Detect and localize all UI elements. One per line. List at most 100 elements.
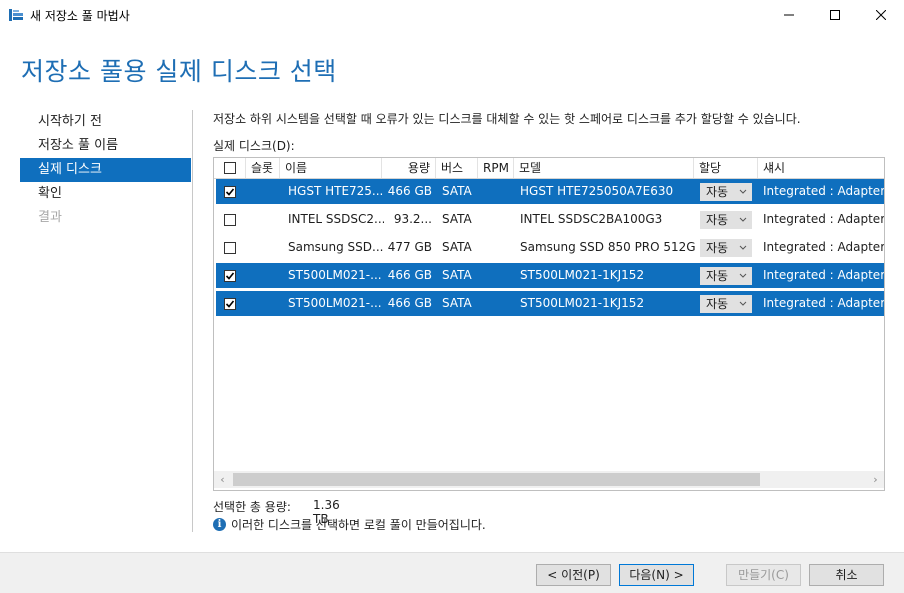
selected-capacity-label: 선택한 총 용량: bbox=[213, 500, 291, 514]
column-header-bus[interactable]: 버스 bbox=[436, 158, 478, 178]
nav-item-before-you-begin[interactable]: 시작하기 전 bbox=[20, 110, 191, 134]
cell-rpm bbox=[482, 235, 516, 260]
allocation-dropdown[interactable]: 자동 bbox=[700, 295, 752, 313]
cell-bus: SATA bbox=[442, 212, 472, 226]
allocation-dropdown[interactable]: 자동 bbox=[700, 239, 752, 257]
table-row[interactable]: HGST HTE725... 466 GB SATA HGST HTE725050A7… bbox=[216, 179, 884, 204]
cell-capacity: 477 GB bbox=[387, 240, 432, 254]
cell-rpm bbox=[482, 263, 516, 288]
table-row[interactable]: INTEL SSDSC2... 93.2... SATA INTEL SSDSC2BA… bbox=[216, 207, 884, 232]
cell-name: HGST HTE725... bbox=[288, 184, 384, 198]
minimize-button[interactable] bbox=[766, 0, 812, 30]
cell-slot bbox=[250, 263, 280, 288]
cell-name: Samsung SSD... bbox=[288, 240, 384, 254]
maximize-icon bbox=[830, 10, 840, 20]
allocation-dropdown[interactable]: 자동 bbox=[700, 267, 752, 285]
column-header-capacity[interactable]: 용량 bbox=[382, 158, 436, 178]
table-row[interactable]: ST500LM021-... 466 GB SATA ST500LM021-1KJ15… bbox=[216, 263, 884, 288]
previous-button[interactable]: < 이전(P) bbox=[536, 564, 611, 586]
chevron-down-icon bbox=[739, 212, 747, 234]
allocation-dropdown[interactable]: 자동 bbox=[700, 183, 752, 201]
chevron-down-icon bbox=[739, 296, 747, 318]
column-header-allocation[interactable]: 할당 bbox=[694, 158, 758, 178]
nav-item-pool-name[interactable]: 저장소 풀 이름 bbox=[20, 134, 191, 158]
scroll-right-icon[interactable]: › bbox=[867, 471, 884, 488]
allocation-value: 자동 bbox=[706, 213, 729, 227]
grid-header: 슬롯 이름 용량 버스 RPM 모델 할당 섀시 bbox=[214, 158, 884, 179]
chevron-down-icon bbox=[739, 184, 747, 206]
scrollbar-thumb[interactable] bbox=[233, 473, 760, 486]
table-row[interactable]: Samsung SSD... 477 GB SATA Samsung SSD 850 … bbox=[216, 235, 884, 260]
cell-rpm bbox=[482, 179, 516, 204]
cell-rpm bbox=[482, 207, 516, 232]
allocation-value: 자동 bbox=[706, 185, 729, 199]
window-title: 새 저장소 풀 마법사 bbox=[30, 9, 130, 23]
close-icon bbox=[876, 10, 886, 20]
next-button[interactable]: 다음(N) > bbox=[619, 564, 694, 586]
cell-bus: SATA bbox=[442, 240, 472, 254]
cell-capacity: 466 GB bbox=[387, 268, 432, 282]
physical-disk-grid[interactable]: 슬롯 이름 용량 버스 RPM 모델 할당 섀시 HGST HTE725... 4… bbox=[213, 157, 885, 491]
nav-item-physical-disks[interactable]: 실제 디스크 bbox=[20, 158, 191, 182]
chevron-down-icon bbox=[739, 268, 747, 290]
cell-bus: SATA bbox=[442, 184, 472, 198]
allocation-dropdown[interactable]: 자동 bbox=[700, 211, 752, 229]
cell-slot bbox=[250, 291, 280, 316]
table-row[interactable]: ST500LM021-... 466 GB SATA ST500LM021-1KJ15… bbox=[216, 291, 884, 316]
minimize-icon bbox=[784, 14, 794, 16]
cell-model: INTEL SSDSC2BA100G3 bbox=[520, 212, 663, 226]
chevron-down-icon bbox=[739, 240, 747, 262]
horizontal-scrollbar[interactable]: ‹ › bbox=[214, 471, 884, 488]
cancel-button[interactable]: 취소 bbox=[809, 564, 884, 586]
cell-slot bbox=[250, 207, 280, 232]
page-title: 저장소 풀용 실제 디스크 선택 bbox=[21, 57, 337, 86]
cell-name: INTEL SSDSC2... bbox=[288, 212, 384, 226]
row-checkbox[interactable] bbox=[224, 270, 236, 282]
title-bar: 새 저장소 풀 마법사 bbox=[0, 0, 904, 30]
checkmark-icon bbox=[225, 188, 235, 196]
info-text: 이러한 디스크를 선택하면 로컬 풀이 만들어집니다. bbox=[231, 518, 486, 532]
nav-item-results: 결과 bbox=[38, 210, 62, 225]
row-checkbox[interactable] bbox=[224, 214, 236, 226]
row-checkbox[interactable] bbox=[224, 186, 236, 198]
cell-model: HGST HTE725050A7E630 bbox=[520, 184, 674, 198]
cell-name: ST500LM021-... bbox=[288, 296, 382, 310]
checkmark-icon bbox=[225, 272, 235, 280]
allocation-value: 자동 bbox=[706, 241, 729, 255]
cell-chassis: Integrated : Adapter 2 bbox=[763, 184, 884, 198]
allocation-value: 자동 bbox=[706, 269, 729, 283]
column-header-rpm[interactable]: RPM bbox=[478, 158, 514, 178]
cell-chassis: Integrated : Adapter 2 bbox=[763, 268, 884, 282]
cell-chassis: Integrated : Adapter 2 bbox=[763, 212, 884, 226]
close-button[interactable] bbox=[858, 0, 904, 30]
cell-slot bbox=[250, 235, 280, 260]
column-header-model[interactable]: 모델 bbox=[514, 158, 694, 178]
column-header-chassis[interactable]: 섀시 bbox=[758, 158, 884, 178]
maximize-button[interactable] bbox=[812, 0, 858, 30]
create-button: 만들기(C) bbox=[726, 564, 801, 586]
cell-bus: SATA bbox=[442, 268, 472, 282]
column-header-name[interactable]: 이름 bbox=[280, 158, 382, 178]
nav-item-confirmation[interactable]: 확인 bbox=[20, 182, 191, 206]
column-header-slot[interactable]: 슬롯 bbox=[246, 158, 280, 178]
cell-model: ST500LM021-1KJ152 bbox=[520, 296, 645, 310]
row-checkbox[interactable] bbox=[224, 298, 236, 310]
select-all-checkbox[interactable] bbox=[224, 162, 236, 174]
cell-bus: SATA bbox=[442, 296, 472, 310]
wizard-footer: < 이전(P) 다음(N) > 만들기(C) 취소 bbox=[0, 552, 904, 593]
cell-rpm bbox=[482, 291, 516, 316]
description-text: 저장소 하위 시스템을 선택할 때 오류가 있는 디스크를 대체할 수 있는 핫… bbox=[213, 112, 801, 126]
grid-label: 실제 디스크(D): bbox=[213, 139, 295, 153]
nav-divider bbox=[192, 110, 193, 532]
cell-slot bbox=[250, 179, 280, 204]
info-icon: i bbox=[213, 518, 226, 531]
storage-pool-icon bbox=[8, 7, 24, 23]
row-checkbox[interactable] bbox=[224, 242, 236, 254]
cell-chassis: Integrated : Adapter 3 bbox=[763, 240, 884, 254]
cell-model: Samsung SSD 850 PRO 512GB bbox=[520, 240, 696, 254]
cell-capacity: 466 GB bbox=[387, 184, 432, 198]
select-all-cell bbox=[214, 158, 246, 178]
scroll-left-icon[interactable]: ‹ bbox=[214, 471, 231, 488]
allocation-value: 자동 bbox=[706, 297, 729, 311]
cell-capacity: 93.2... bbox=[393, 212, 432, 226]
